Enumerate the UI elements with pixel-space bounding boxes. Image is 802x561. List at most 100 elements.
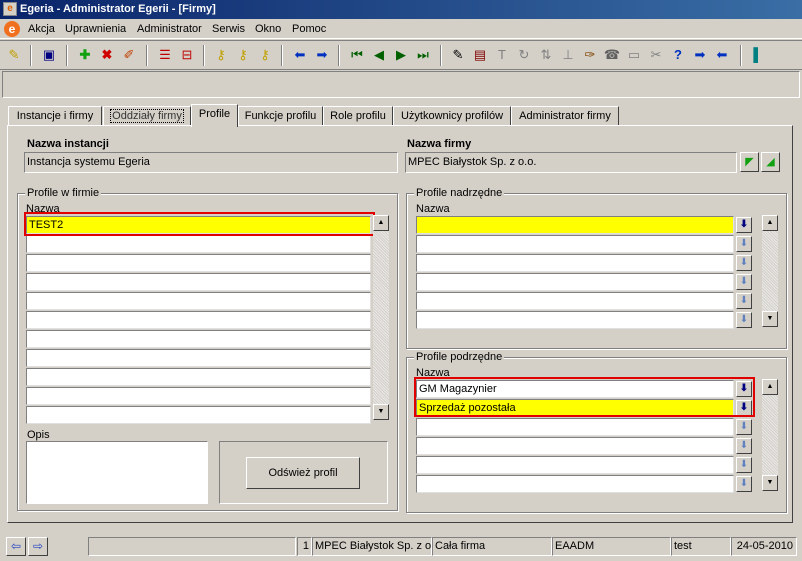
status-forward-button[interactable]: ⇨ (28, 537, 48, 556)
save-icon[interactable]: ▣ (40, 46, 58, 64)
go-right-icon[interactable]: ➡ (691, 46, 709, 64)
parent-scroll-up[interactable]: ▲ (762, 215, 778, 231)
parent-row[interactable] (416, 216, 734, 234)
row-dropdown-arrow-icon[interactable]: ⬇ (736, 217, 752, 233)
pin-icon[interactable]: ✎ (5, 46, 23, 64)
company-label: Nazwa firmy (407, 138, 472, 150)
parent-row[interactable] (416, 292, 734, 310)
refresh-icon[interactable]: ↻ (515, 46, 533, 64)
company-prev-button[interactable]: ◤ (740, 152, 759, 172)
row-dropdown-arrow-icon[interactable]: ⬇ (736, 476, 752, 492)
forward-arrow-icon[interactable]: ➡ (313, 46, 331, 64)
key-question-icon[interactable]: ⚷ (256, 46, 274, 64)
profiles-row[interactable] (26, 273, 371, 291)
profiles-row[interactable] (26, 349, 371, 367)
key-icon[interactable]: ⚷ (234, 46, 252, 64)
key-search-icon[interactable]: ⚷ (212, 46, 230, 64)
profiles-row[interactable] (26, 292, 371, 310)
parent-row[interactable] (416, 311, 734, 329)
egeria-logo-icon[interactable]: e (4, 21, 20, 37)
child-scroll-down[interactable]: ▼ (762, 475, 778, 491)
last-record-icon[interactable]: ⏭ (414, 46, 432, 64)
profiles-row[interactable] (26, 406, 371, 424)
profiles-row[interactable] (26, 387, 371, 405)
profiles-caption: Profile w firmie (25, 187, 102, 199)
tab-uzytkownicy-profilow[interactable]: Użytkownicy profilów (393, 106, 511, 126)
company-field: MPEC Białystok Sp. z o.o. (405, 152, 737, 173)
parent-row[interactable] (416, 273, 734, 291)
row-dropdown-arrow-icon[interactable]: ⬇ (736, 419, 752, 435)
brush-icon[interactable]: ✑ (581, 46, 599, 64)
tab-funkcje-profilu[interactable]: Funkcje profilu (238, 106, 323, 126)
row-dropdown-arrow-icon[interactable]: ⬇ (736, 438, 752, 454)
status-bar: ⇦ ⇨ 1 MPEC Białystok Sp. z o.o. Cała fir… (0, 533, 802, 561)
parent-row[interactable] (416, 254, 734, 272)
tab-administrator-firmy[interactable]: Administrator firmy (511, 106, 619, 126)
child-scroll-up[interactable]: ▲ (762, 379, 778, 395)
parent-scroll-down[interactable]: ▼ (762, 311, 778, 327)
row-dropdown-arrow-icon[interactable]: ⬇ (736, 255, 752, 271)
split-icon[interactable]: ⊟ (178, 46, 196, 64)
child-row[interactable] (416, 475, 734, 493)
print-icon[interactable]: ▤ (471, 46, 489, 64)
status-back-button[interactable]: ⇦ (6, 537, 26, 556)
profiles-selection-outline (24, 212, 375, 236)
previous-record-icon[interactable]: ◀ (370, 46, 388, 64)
description-textarea[interactable] (26, 441, 208, 504)
row-dropdown-arrow-icon[interactable]: ⬇ (736, 457, 752, 473)
menu-pomoc[interactable]: Pomoc (292, 19, 326, 39)
profiles-scroll-down[interactable]: ▼ (373, 404, 389, 420)
edit-icon[interactable]: ✐ (120, 46, 138, 64)
toolbar: ✎ ▣ ✚ ✖ ✐ ☰ ⊟ ⚷ ⚷ ⚷ ⬅ ➡ ⏮ ◀ ▶ ⏭ ✎ ▤ T ↻ … (0, 40, 802, 70)
menu-okno[interactable]: Okno (255, 19, 281, 39)
report-icon[interactable]: ✎ (449, 46, 467, 64)
delete-icon[interactable]: ✖ (98, 46, 116, 64)
text-icon[interactable]: T (493, 46, 511, 64)
profiles-row[interactable] (26, 254, 371, 272)
profiles-row[interactable] (26, 235, 371, 253)
status-number: 1 (297, 537, 312, 556)
profiles-scroll-up[interactable]: ▲ (373, 215, 389, 231)
row-dropdown-arrow-icon[interactable]: ⬇ (736, 236, 752, 252)
tools-icon[interactable]: ✂ (647, 46, 665, 64)
instance-label: Nazwa instancji (27, 138, 109, 150)
status-user: test (671, 537, 731, 556)
child-row[interactable] (416, 418, 734, 436)
row-dropdown-arrow-icon[interactable]: ⬇ (736, 312, 752, 328)
next-record-icon[interactable]: ▶ (392, 46, 410, 64)
tab-oddzialy-firmy[interactable]: Oddziały firmy (103, 106, 191, 126)
menu-uprawnienia[interactable]: Uprawnienia (65, 19, 126, 39)
row-dropdown-arrow-icon[interactable]: ⬇ (736, 293, 752, 309)
app-logo-icon: e (3, 2, 17, 16)
phone-icon[interactable]: ☎ (603, 46, 621, 64)
go-left-icon[interactable]: ⬅ (713, 46, 731, 64)
keyboard-icon[interactable]: ▭ (625, 46, 643, 64)
menu-serwis[interactable]: Serwis (212, 19, 245, 39)
triangle-left-icon: ◤ (745, 156, 754, 168)
profiles-scrollbar[interactable] (373, 215, 389, 420)
child-row[interactable] (416, 456, 734, 474)
profiles-row[interactable] (26, 330, 371, 348)
exit-door-icon[interactable]: ▌ (749, 46, 767, 64)
child-row[interactable] (416, 437, 734, 455)
tab-instancje-i-firmy[interactable]: Instancje i firmy (8, 106, 102, 126)
tab-role-profilu[interactable]: Role profilu (323, 106, 393, 126)
sort-icon[interactable]: ⇅ (537, 46, 555, 64)
help-icon[interactable]: ? (669, 46, 687, 64)
profiles-row[interactable] (26, 368, 371, 386)
company-next-button[interactable]: ◢ (761, 152, 780, 172)
status-db: EAADM (552, 537, 671, 556)
refresh-profile-button[interactable]: Odśwież profil (246, 457, 360, 489)
menu-administrator[interactable]: Administrator (137, 19, 202, 39)
add-icon[interactable]: ✚ (76, 46, 94, 64)
parent-row[interactable] (416, 235, 734, 253)
tree-icon[interactable]: ⊥ (559, 46, 577, 64)
menu-akcja[interactable]: Akcja (28, 19, 55, 39)
status-company: MPEC Białystok Sp. z o.o. (312, 537, 432, 556)
first-record-icon[interactable]: ⏮ (348, 46, 366, 64)
back-arrow-icon[interactable]: ⬅ (291, 46, 309, 64)
profiles-row[interactable] (26, 311, 371, 329)
insert-row-icon[interactable]: ☰ (156, 46, 174, 64)
row-dropdown-arrow-icon[interactable]: ⬇ (736, 274, 752, 290)
tab-profile[interactable]: Profile (191, 104, 238, 127)
